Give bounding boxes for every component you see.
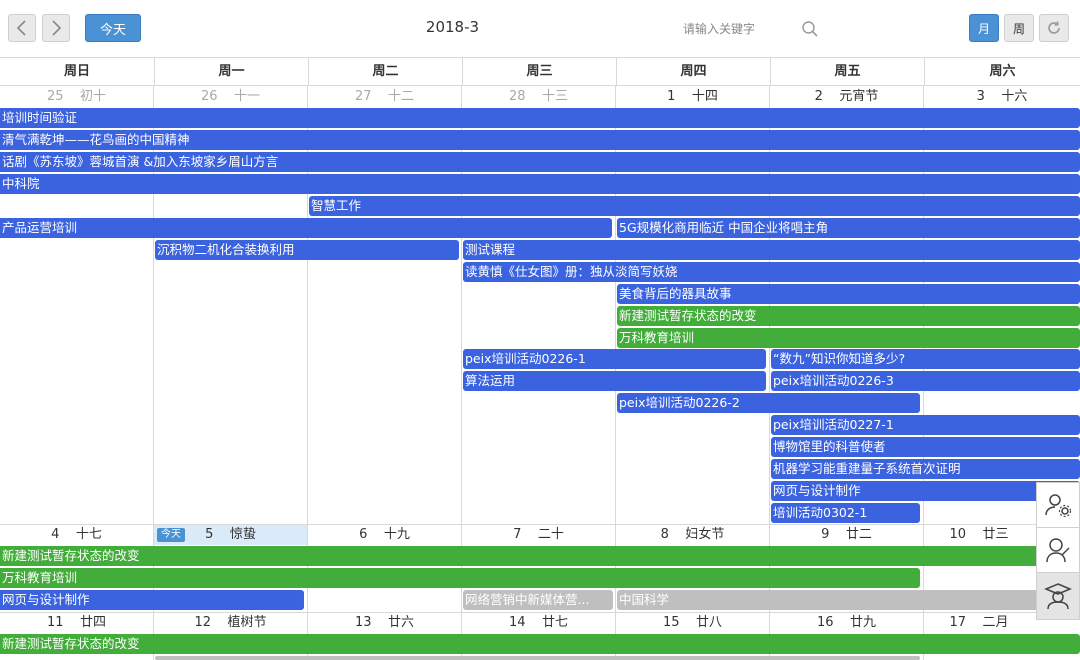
week-view-button[interactable]: 周: [1004, 14, 1034, 42]
event-bar[interactable]: “数九”知识你知道多少?: [771, 349, 1080, 369]
day-cell[interactable]: 26 十一: [154, 87, 307, 107]
event-bar[interactable]: peix培训活动0227-1: [771, 415, 1080, 435]
day-cell[interactable]: 17 二月: [924, 613, 1034, 633]
event-bar[interactable]: 美食背后的器具故事: [617, 284, 1080, 304]
weekday-fri: 周五: [770, 58, 924, 86]
weekday-wed: 周三: [462, 58, 616, 86]
day-cell[interactable]: 15 廿八: [616, 613, 769, 633]
search-icon[interactable]: [801, 20, 819, 38]
day-cell[interactable]: 4 十七: [0, 525, 153, 545]
event-bar[interactable]: 万科教育培训: [617, 328, 1080, 348]
event-bar[interactable]: 5G规模化商用临近 中国企业将唱主角: [617, 218, 1080, 238]
event-bar-partial[interactable]: [155, 656, 920, 660]
today-button[interactable]: 今天: [85, 14, 141, 42]
event-bar[interactable]: 新建测试暂存状态的改变: [0, 634, 1080, 654]
weekday-header: 周日 周一 周二 周三 周四 周五 周六: [0, 57, 1080, 86]
weekday-tue: 周二: [308, 58, 462, 86]
month-view-button[interactable]: 月: [969, 14, 999, 42]
event-bar[interactable]: 新建测试暂存状态的改变: [617, 306, 1080, 326]
day-cell[interactable]: 27 十二: [308, 87, 461, 107]
event-bar[interactable]: 话剧《苏东坡》蓉城首演 &加入东坡家乡眉山方言: [0, 152, 1080, 172]
user-settings-icon: [1045, 494, 1072, 518]
day-cell[interactable]: 1 十四: [616, 87, 769, 107]
calendar-toolbar: 今天 2018-3 月 周: [0, 0, 1080, 57]
day-cell[interactable]: 10 廿三: [924, 525, 1034, 545]
user-edit-button[interactable]: [1037, 528, 1079, 573]
event-bar[interactable]: 产品运营培训: [0, 218, 612, 238]
search-input[interactable]: [681, 21, 795, 37]
event-bar[interactable]: 博物馆里的科普使者: [771, 437, 1080, 457]
event-bar[interactable]: 读黄慎《仕女图》册：独从淡简写妖娆: [463, 262, 1080, 282]
day-cell[interactable]: 6 十九: [308, 525, 461, 545]
weekday-thu: 周四: [616, 58, 770, 86]
event-bar[interactable]: 智慧工作: [309, 196, 1080, 216]
day-cell[interactable]: 25 初十: [0, 87, 153, 107]
event-bar[interactable]: 测试课程: [463, 240, 1080, 260]
event-bar[interactable]: 万科教育培训: [0, 568, 920, 588]
event-bar[interactable]: peix培训活动0226-1: [463, 349, 766, 369]
event-bar[interactable]: 机器学习能重建量子系统首次证明: [771, 459, 1080, 479]
search-box: [677, 14, 823, 44]
refresh-icon: [1048, 21, 1060, 34]
event-bar[interactable]: 培训活动0302-1: [771, 503, 920, 523]
month-title: 2018-3: [425, 18, 480, 36]
event-bar[interactable]: 培训时间验证: [0, 108, 1080, 128]
event-bar[interactable]: 新建测试暂存状态的改变: [0, 546, 1080, 566]
side-tool-panel: [1036, 482, 1080, 620]
event-bar[interactable]: 网络营销中新媒体营...: [463, 590, 613, 610]
day-cell[interactable]: 9 廿二: [770, 525, 923, 545]
refresh-button[interactable]: [1039, 14, 1069, 42]
event-bar[interactable]: 算法运用: [463, 371, 766, 391]
today-badge: 今天: [157, 528, 185, 542]
graduate-button[interactable]: [1037, 573, 1079, 619]
day-cell[interactable]: 8 妇女节: [616, 525, 769, 545]
user-edit-icon: [1046, 538, 1070, 563]
next-month-button[interactable]: [42, 14, 70, 42]
event-bar[interactable]: 网页与设计制作: [0, 590, 304, 610]
day-cell[interactable]: 2 元宵节: [770, 87, 923, 107]
day-cell[interactable]: 11 廿四: [0, 613, 153, 633]
chevron-right-icon: [52, 20, 62, 36]
event-bar[interactable]: 中国科学: [617, 590, 1080, 610]
user-settings-button[interactable]: [1037, 483, 1079, 528]
event-bar[interactable]: peix培训活动0226-3: [771, 371, 1080, 391]
prev-month-button[interactable]: [8, 14, 36, 42]
day-cell[interactable]: 16 廿九: [770, 613, 923, 633]
event-bar[interactable]: 沉积物二机化合装换利用: [155, 240, 459, 260]
chevron-left-icon: [16, 20, 26, 36]
day-cell[interactable]: 3 十六: [924, 87, 1080, 107]
day-cell[interactable]: 14 廿七: [462, 613, 615, 633]
day-cell[interactable]: 7 二十: [462, 525, 615, 545]
weekday-mon: 周一: [154, 58, 308, 86]
weekday-sun: 周日: [63, 64, 90, 79]
day-cell[interactable]: 12 植树节: [154, 613, 307, 633]
event-bar[interactable]: 清气满乾坤——花鸟画的中国精神: [0, 130, 1080, 150]
graduate-icon: [1044, 583, 1072, 610]
event-bar[interactable]: peix培训活动0226-2: [617, 393, 920, 413]
day-cell-today[interactable]: 今天 5 惊蛰: [154, 525, 307, 545]
day-cell[interactable]: 28 十三: [462, 87, 615, 107]
event-bar[interactable]: 中科院: [0, 174, 1080, 194]
month-grid: 周日 周一 周二 周三 周四 周五 周六 25 初十 26 十一 27 十二 2…: [0, 57, 1080, 660]
weekday-sat: 周六: [924, 58, 1080, 86]
event-bar[interactable]: 网页与设计制作: [771, 481, 1080, 501]
day-cell[interactable]: 13 廿六: [308, 613, 461, 633]
